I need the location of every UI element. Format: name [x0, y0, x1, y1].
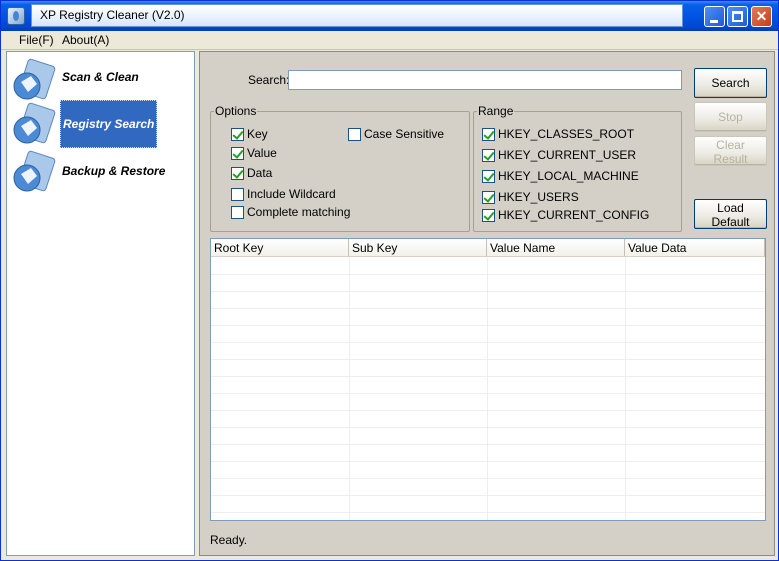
checkbox-label: HKEY_USERS: [498, 190, 579, 204]
close-icon: ✕: [755, 8, 768, 24]
table-row-line: [211, 325, 765, 326]
maximize-button[interactable]: [727, 6, 748, 27]
stop-button[interactable]: Stop: [694, 102, 767, 132]
search-label: Search:: [248, 73, 290, 87]
search-input[interactable]: [288, 70, 682, 90]
table-row-line: [211, 342, 765, 343]
checkbox-label: Value: [247, 146, 277, 160]
table-row-line: [211, 308, 765, 309]
column-header-root-key[interactable]: Root Key: [211, 239, 349, 257]
table-row-line: [211, 291, 765, 292]
sidebar: Scan & Clean Registry Search Backup & Re…: [6, 51, 195, 556]
checkbox-box: [231, 206, 244, 219]
minimize-icon: [710, 20, 718, 23]
table-row-line: [211, 393, 765, 394]
table-row-line: [211, 274, 765, 275]
checkbox-label: Include Wildcard: [247, 187, 336, 201]
range-group: Range HKEY_CLASSES_ROOT HKEY_CURRENT_USE…: [473, 104, 682, 232]
checkbox-label: Case Sensitive: [364, 127, 445, 141]
table-column-line: [349, 257, 350, 520]
maximize-icon: [732, 11, 743, 22]
checkbox-box: [231, 167, 244, 180]
app-window: XP Registry Cleaner (V2.0) ✕ File(F) Abo…: [0, 0, 779, 561]
table-column-line: [625, 257, 626, 520]
backup-restore-icon: [13, 150, 56, 192]
column-header-value-name[interactable]: Value Name: [487, 239, 625, 257]
checkbox-box: [482, 209, 495, 222]
close-button[interactable]: ✕: [751, 6, 772, 27]
range-group-title: Range: [477, 104, 515, 118]
sidebar-item-registry-search[interactable]: Registry Search: [7, 100, 194, 150]
table-header: Root Key Sub Key Value Name Value Data: [211, 239, 765, 257]
checkbox-label: HKEY_LOCAL_MACHINE: [498, 169, 639, 183]
checkbox-label: HKEY_CLASSES_ROOT: [498, 127, 635, 141]
table-column-line: [487, 257, 488, 520]
checkbox-box: [482, 191, 495, 204]
results-table[interactable]: Root Key Sub Key Value Name Value Data: [210, 238, 766, 521]
checkbox-box: [231, 188, 244, 201]
title-area: XP Registry Cleaner (V2.0): [31, 4, 683, 27]
load-default-button[interactable]: Load Default: [694, 199, 767, 229]
menu-file[interactable]: File(F): [17, 33, 56, 47]
table-row-line: [211, 410, 765, 411]
checkbox-label: Key: [247, 127, 268, 141]
column-header-value-data[interactable]: Value Data: [625, 239, 765, 257]
options-group: Options Key Value Data Include Wildcard …: [210, 104, 470, 232]
checkbox-box: [482, 128, 495, 141]
window-title: XP Registry Cleaner (V2.0): [40, 8, 185, 22]
checkbox-box: [482, 170, 495, 183]
search-button[interactable]: Search: [694, 68, 767, 98]
checkbox-label: Data: [247, 166, 273, 180]
scan-clean-icon: [13, 58, 56, 100]
registry-search-icon: [13, 102, 56, 144]
table-row-line: [211, 512, 765, 513]
minimize-button[interactable]: [704, 6, 725, 27]
title-bar[interactable]: XP Registry Cleaner (V2.0) ✕: [1, 1, 778, 31]
checkbox-box: [231, 128, 244, 141]
table-row-line: [211, 461, 765, 462]
checkbox-label: HKEY_CURRENT_USER: [498, 148, 637, 162]
sidebar-item-label: Registry Search: [60, 100, 157, 148]
table-row-line: [211, 359, 765, 360]
sidebar-item-scan-clean[interactable]: Scan & Clean: [7, 56, 194, 106]
column-header-sub-key[interactable]: Sub Key: [349, 239, 487, 257]
sidebar-item-backup-restore[interactable]: Backup & Restore: [7, 148, 194, 198]
checkbox-box: [348, 128, 361, 141]
checkbox-box: [482, 149, 495, 162]
table-row-line: [211, 376, 765, 377]
menu-about[interactable]: About(A): [60, 33, 111, 47]
table-row-line: [211, 478, 765, 479]
status-text: Ready.: [210, 533, 248, 547]
checkbox-label: HKEY_CURRENT_CONFIG: [498, 208, 650, 222]
main-panel: Search: Search Stop Clear Result Load De…: [199, 51, 775, 556]
app-icon[interactable]: [7, 7, 25, 25]
menu-bar: File(F) About(A): [1, 31, 778, 50]
checkbox-box: [231, 147, 244, 160]
checkbox-label: Complete matching: [247, 205, 351, 219]
table-row-line: [211, 444, 765, 445]
sidebar-item-label: Scan & Clean: [62, 70, 139, 84]
table-row-line: [211, 427, 765, 428]
clear-result-button[interactable]: Clear Result: [694, 136, 767, 166]
options-group-title: Options: [214, 104, 258, 118]
sidebar-item-label: Backup & Restore: [62, 164, 166, 178]
table-row-line: [211, 495, 765, 496]
